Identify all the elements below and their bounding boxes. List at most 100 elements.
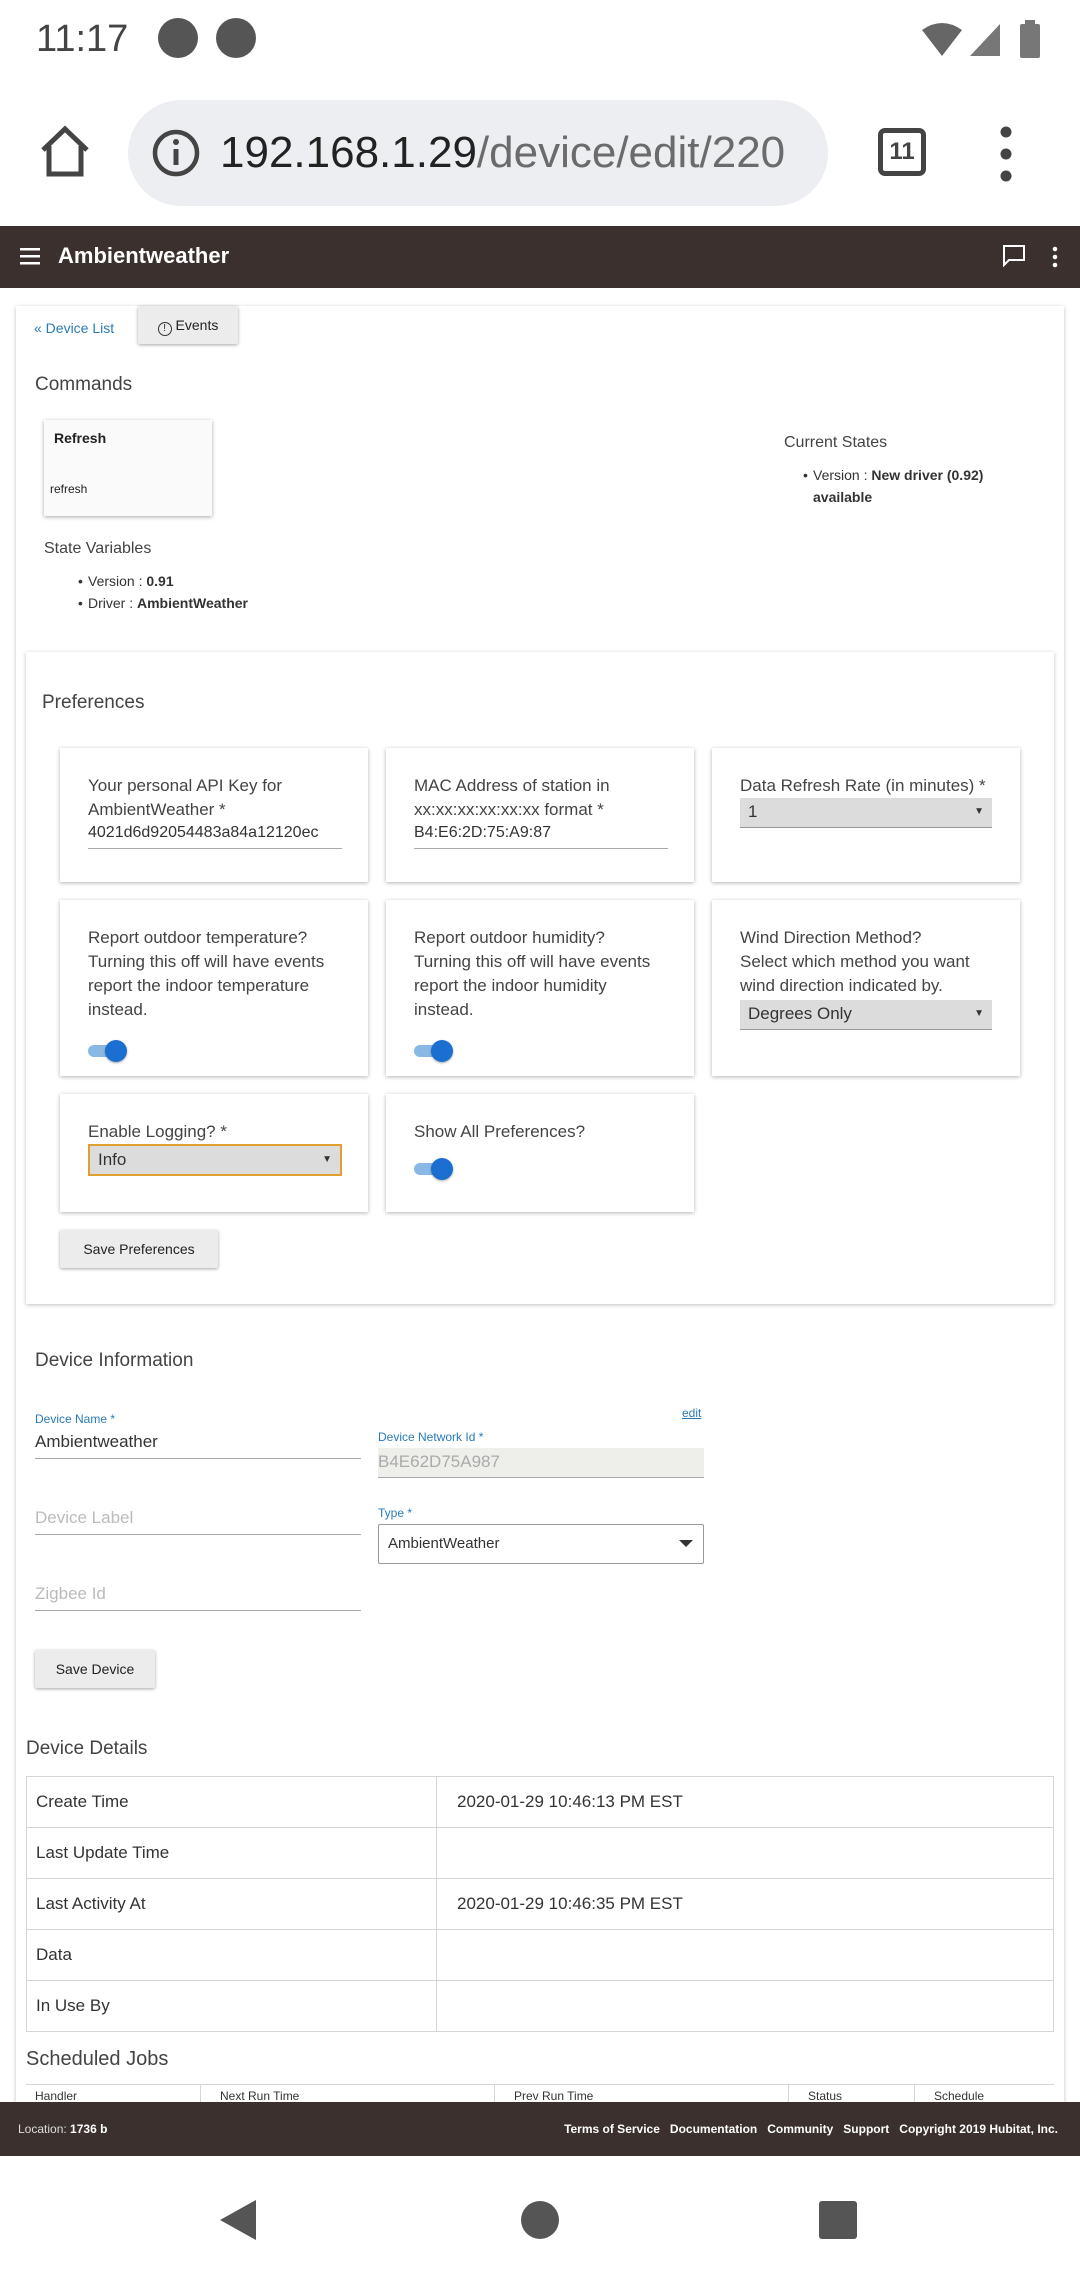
caret-down-icon bbox=[679, 1540, 693, 1547]
url-bar[interactable]: 192.168.1.29/device/edit/220 bbox=[128, 100, 828, 206]
dropdown-arrow-icon: ▼ bbox=[974, 1008, 984, 1019]
wind-direction-card: Wind Direction Method? Select which meth… bbox=[712, 900, 1020, 1076]
device-edit-card: « Device List ! Events Commands Refresh … bbox=[16, 306, 1064, 2102]
network-id-input: B4E62D75A987 bbox=[378, 1448, 704, 1478]
refresh-rate-value: 1 bbox=[748, 802, 758, 821]
outdoor-humidity-label: Report outdoor humidity? Turning this of… bbox=[414, 928, 651, 1019]
zigbee-id-underline bbox=[35, 1610, 361, 1611]
home-circle-icon[interactable] bbox=[520, 2200, 560, 2240]
show-all-card: Show All Preferences? bbox=[386, 1094, 694, 1212]
footer-links: Terms of Service Documentation Community… bbox=[564, 2122, 1058, 2136]
support-link[interactable]: Support bbox=[843, 2122, 889, 2136]
outdoor-humidity-toggle[interactable] bbox=[414, 1040, 454, 1062]
tab-switcher-button[interactable]: 11 bbox=[878, 128, 926, 176]
logging-select[interactable]: Info ▼ bbox=[88, 1144, 342, 1176]
microphone-icon bbox=[216, 18, 256, 58]
device-name-input[interactable]: Ambientweather bbox=[35, 1432, 158, 1452]
wind-direction-value: Degrees Only bbox=[748, 1004, 852, 1023]
wind-direction-label: Wind Direction Method? Select which meth… bbox=[740, 928, 970, 995]
refresh-command-card[interactable]: Refresh refresh bbox=[44, 420, 212, 516]
home-icon[interactable] bbox=[38, 124, 92, 178]
table-row: Last Activity At 2020-01-29 10:46:35 PM E… bbox=[26, 1878, 1054, 1930]
battery-icon bbox=[1020, 20, 1040, 58]
logging-label: Enable Logging? * bbox=[88, 1122, 227, 1141]
location-text: Location: 1736 b bbox=[18, 2122, 108, 2136]
column-header: Next Run Time bbox=[220, 2089, 300, 2102]
url-host: 192.168.1.29 bbox=[220, 128, 477, 177]
table-row: In Use By bbox=[26, 1980, 1054, 2032]
device-label-underline bbox=[35, 1534, 361, 1535]
outdoor-temp-label: Report outdoor temperature? Turning this… bbox=[88, 928, 325, 1019]
mac-address-label: MAC Address of station in bbox=[414, 776, 610, 795]
mac-address-label-2: xx:xx:xx:xx:xx:xx format * bbox=[414, 800, 604, 819]
show-all-label: Show All Preferences? bbox=[414, 1122, 586, 1141]
device-details-table: Create Time 2020-01-29 10:46:13 PM EST La… bbox=[26, 1776, 1054, 2032]
url-path: /device/edit/220 bbox=[476, 128, 786, 177]
info-icon[interactable] bbox=[152, 129, 200, 177]
api-key-label: Your personal API Key for bbox=[88, 776, 283, 795]
hamburger-menu-icon[interactable] bbox=[20, 248, 42, 266]
scheduled-jobs-header: Handler Next Run Time Prev Run Time Stat… bbox=[26, 2084, 1054, 2102]
save-device-button[interactable]: Save Device bbox=[35, 1650, 155, 1688]
show-all-toggle[interactable] bbox=[414, 1158, 454, 1180]
logging-value: Info bbox=[98, 1150, 127, 1169]
save-preferences-button[interactable]: Save Preferences bbox=[60, 1230, 218, 1268]
recents-icon[interactable] bbox=[818, 2200, 858, 2240]
app-title: Ambientweather bbox=[58, 243, 230, 268]
mac-address-input[interactable]: B4:E6:2D:75:A9:87 bbox=[414, 824, 551, 842]
column-header: Handler bbox=[35, 2089, 78, 2102]
community-link[interactable]: Community bbox=[767, 2122, 833, 2136]
api-key-input[interactable]: 4021d6d92054483a84a12120ec bbox=[88, 824, 342, 842]
column-header: Status bbox=[808, 2089, 843, 2102]
back-icon[interactable] bbox=[218, 2198, 258, 2242]
edit-network-id-link[interactable]: edit bbox=[682, 1406, 701, 1420]
api-key-label-2: AmbientWeather * bbox=[88, 800, 226, 819]
column-header: Schedule bbox=[934, 2089, 985, 2102]
state-variables-heading: State Variables bbox=[44, 540, 152, 557]
dropdown-arrow-icon: ▼ bbox=[974, 806, 984, 817]
api-key-card: Your personal API Key for AmbientWeather… bbox=[60, 748, 368, 882]
wind-direction-select[interactable]: Degrees Only ▼ bbox=[740, 1000, 992, 1030]
events-button[interactable]: ! Events bbox=[138, 306, 238, 344]
terms-link[interactable]: Terms of Service bbox=[564, 2122, 660, 2136]
current-version-value: New driver (0.92) bbox=[871, 467, 984, 483]
table-row: Create Time 2020-01-29 10:46:13 PM EST bbox=[26, 1776, 1054, 1828]
device-label-input[interactable]: Device Label bbox=[35, 1508, 133, 1528]
column-header: Prev Run Time bbox=[514, 2089, 594, 2102]
refresh-rate-card: Data Refresh Rate (in minutes) * 1 ▼ bbox=[712, 748, 1020, 882]
outdoor-temp-toggle[interactable] bbox=[88, 1040, 128, 1062]
overflow-menu-icon[interactable] bbox=[994, 124, 1018, 184]
refresh-command-sub: refresh bbox=[50, 482, 88, 496]
commands-heading: Commands bbox=[35, 374, 133, 395]
state-variable-item: • Driver : AmbientWeather bbox=[78, 595, 248, 611]
refresh-rate-select[interactable]: 1 ▼ bbox=[740, 798, 992, 828]
outdoor-humidity-card: Report outdoor humidity? Turning this of… bbox=[386, 900, 694, 1076]
current-states-list: • Version : New driver (0.92) available bbox=[803, 467, 984, 505]
more-vert-icon[interactable] bbox=[1050, 244, 1060, 270]
status-time: 11:17 bbox=[36, 18, 129, 60]
current-states-heading: Current States bbox=[784, 434, 888, 451]
device-name-underline bbox=[35, 1458, 361, 1459]
signal-icon bbox=[970, 24, 1000, 56]
chat-icon[interactable] bbox=[1002, 244, 1026, 268]
refresh-rate-label: Data Refresh Rate (in minutes) * bbox=[740, 776, 986, 795]
zigbee-id-input[interactable]: Zigbee Id bbox=[35, 1584, 106, 1604]
system-nav-bar bbox=[0, 2156, 1080, 2280]
browser-toolbar: 192.168.1.29/device/edit/220 11 bbox=[0, 80, 1080, 226]
device-list-link[interactable]: « Device List bbox=[34, 320, 114, 336]
device-name-label: Device Name * bbox=[35, 1412, 116, 1426]
documentation-link[interactable]: Documentation bbox=[670, 2122, 757, 2136]
mac-address-card: MAC Address of station in xx:xx:xx:xx:xx… bbox=[386, 748, 694, 882]
device-info-heading: Device Information bbox=[35, 1350, 194, 1371]
logging-card: Enable Logging? * Info ▼ bbox=[60, 1094, 368, 1212]
current-version-value-line2: available bbox=[813, 489, 873, 505]
type-label: Type * bbox=[378, 1506, 413, 1520]
type-select[interactable]: AmbientWeather bbox=[378, 1524, 704, 1564]
outdoor-temp-card: Report outdoor temperature? Turning this… bbox=[60, 900, 368, 1076]
table-row: Last Update Time bbox=[26, 1827, 1054, 1879]
state-variables-list: • Version : 0.91 • Driver : AmbientWeather bbox=[78, 570, 248, 614]
mac-address-underline bbox=[414, 848, 668, 849]
url-text: 192.168.1.29/device/edit/220 bbox=[220, 128, 785, 178]
page-footer: Location: 1736 b Terms of Service Docume… bbox=[0, 2102, 1080, 2156]
wifi-icon bbox=[922, 23, 962, 56]
